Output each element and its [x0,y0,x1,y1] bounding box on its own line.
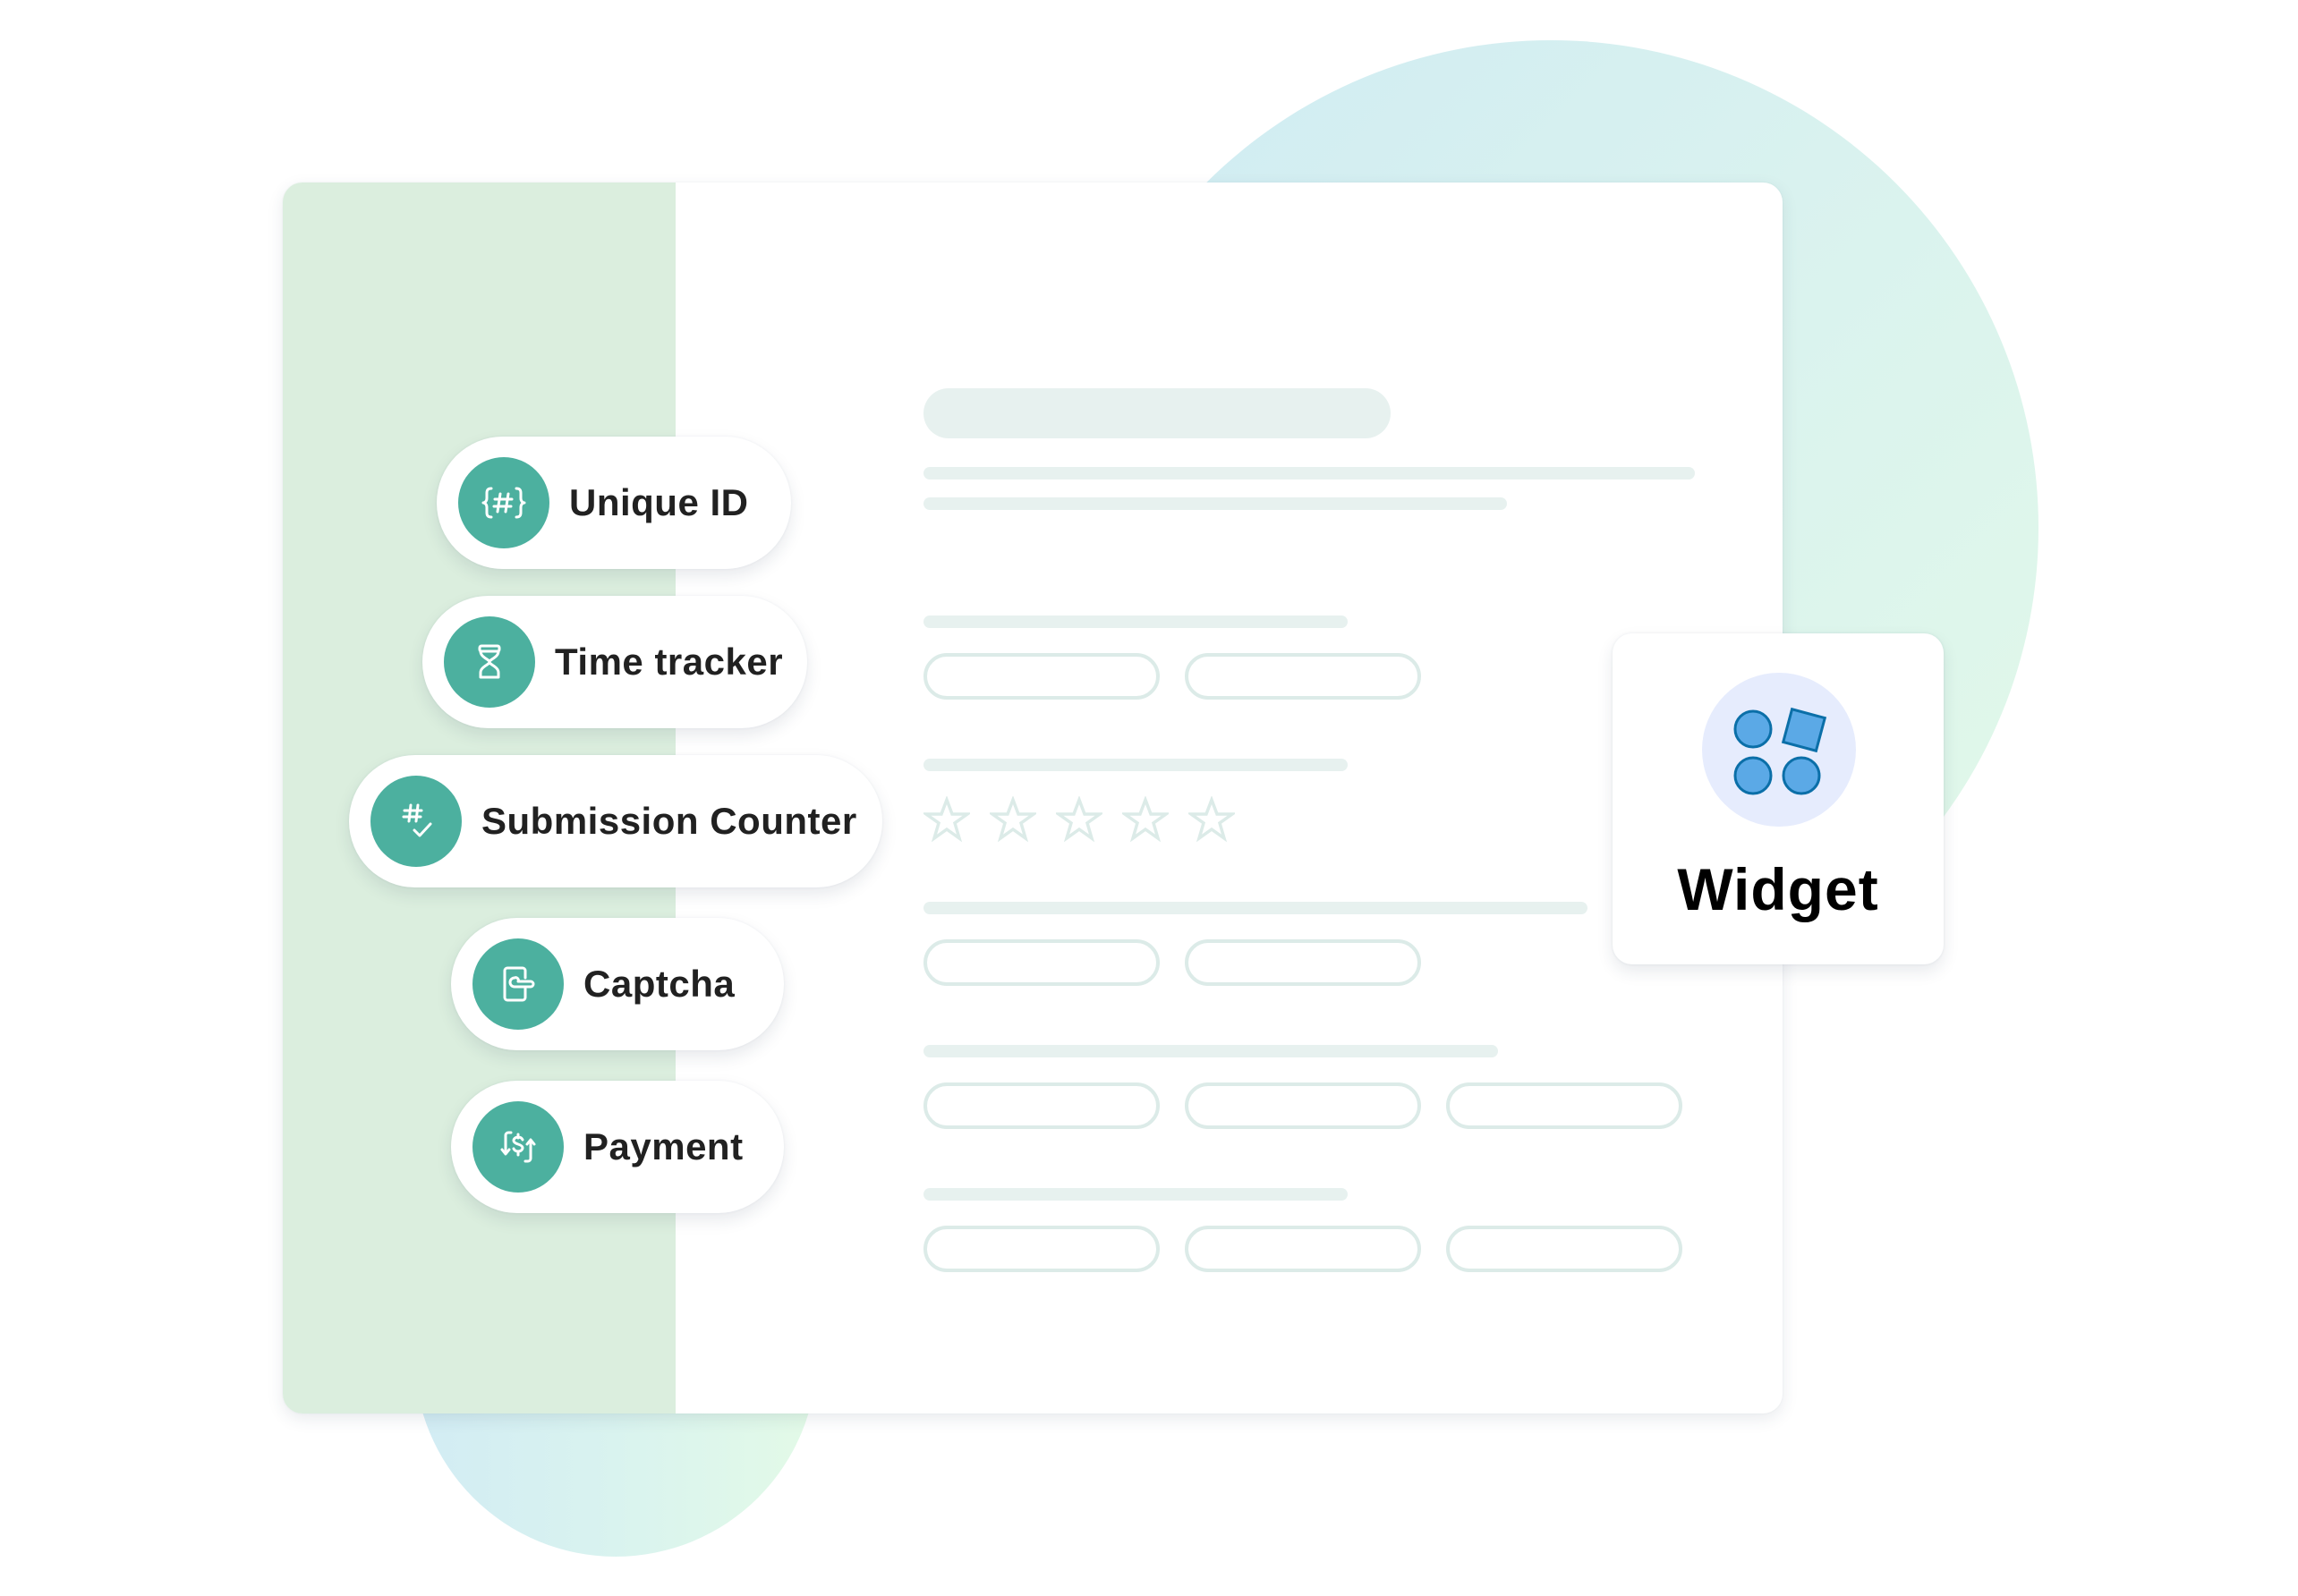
star-rating[interactable] [923,796,1235,843]
option-placeholder[interactable] [1185,1226,1421,1272]
option-placeholder[interactable] [1446,1082,1682,1129]
option-placeholder[interactable] [923,653,1160,700]
shape-circle [1782,756,1821,795]
field-chip-unique-id[interactable]: Unique ID [437,437,791,569]
field-chip-payment[interactable]: Payment [451,1081,784,1213]
shape-circle [1733,756,1773,795]
widget-label: Widget [1677,856,1879,922]
question-label-placeholder [923,759,1348,771]
question-label-placeholder [923,615,1348,628]
rating-star-icon[interactable] [1056,796,1102,843]
field-chip-captcha[interactable]: Captcha [451,918,784,1050]
widget-card[interactable]: Widget [1613,633,1944,964]
form-description-placeholder-1 [923,467,1695,480]
form-description-placeholder-2 [923,497,1507,510]
option-placeholder[interactable] [1185,939,1421,986]
field-chip-label: Captcha [583,963,736,1005]
option-placeholder[interactable] [1185,653,1421,700]
rating-star-icon[interactable] [923,796,970,843]
hash-check-icon [370,776,462,867]
option-placeholder[interactable] [923,939,1160,986]
field-chip-submission-counter[interactable]: Submission Counter [349,755,882,887]
field-chip-label: Time tracker [555,641,784,683]
rating-star-icon[interactable] [1188,796,1235,843]
field-chip-label: Unique ID [569,481,749,523]
option-placeholder[interactable] [923,1226,1160,1272]
dollar-exchange-icon [472,1101,564,1193]
question-label-placeholder [923,1045,1498,1057]
shapes-icon [1702,673,1856,827]
shape-circle [1733,709,1773,749]
rating-star-icon[interactable] [1122,796,1169,843]
hash-braces-icon [458,457,549,548]
question-label-placeholder [923,902,1587,914]
field-chip-label: Payment [583,1125,744,1167]
field-chip-label: Submission Counter [481,800,857,842]
option-placeholder[interactable] [1185,1082,1421,1129]
form-title-placeholder [923,388,1391,438]
question-label-placeholder [923,1188,1348,1201]
shape-square [1781,707,1827,753]
hourglass-icon [444,616,535,708]
option-placeholder[interactable] [923,1082,1160,1129]
rating-star-icon[interactable] [990,796,1036,843]
option-placeholder[interactable] [1446,1226,1682,1272]
door-handle-icon [472,938,564,1030]
field-chip-time-tracker[interactable]: Time tracker [422,596,807,728]
